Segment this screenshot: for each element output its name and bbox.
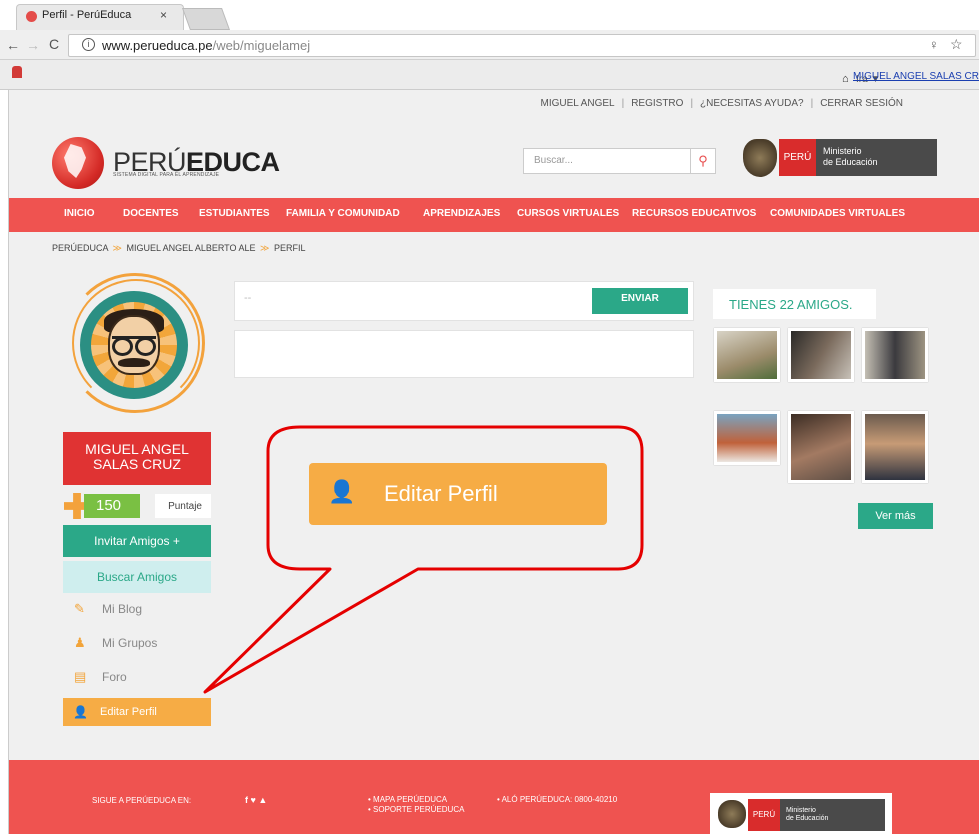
breadcrumb-item: PERFIL [273,243,306,253]
group-icon: ♟ [74,635,86,650]
info-icon[interactable]: i [82,38,95,51]
url-path: /web/miguelamej [212,38,311,53]
friend-photo[interactable] [788,328,854,382]
footer-mapa-link[interactable]: • MAPA PERÚEDUCA [368,795,447,804]
sidebar-item-label: Mi Blog [102,602,143,616]
friend-photo[interactable] [788,411,854,483]
topnav-user-link[interactable]: MIGUEL ANGEL [540,98,614,109]
bookmark-favicon-icon[interactable] [12,66,22,78]
key-icon[interactable]: ♀ [929,37,939,52]
sidebar-item-blog[interactable]: ✎ Mi Blog [66,596,211,624]
tab-close-icon[interactable]: × [160,8,167,22]
tab-title: Perfil - PerúEduca [42,9,132,21]
menu-item-estudiantes[interactable]: ESTUDIANTES [199,208,270,219]
home-icon[interactable]: ⌂ [842,73,849,85]
footer-peru-label: PERÚ [748,799,780,831]
menu-item-comunidades[interactable]: COMUNIDADES VIRTUALES [770,208,905,219]
avatar-glasses [112,336,156,356]
tab-favicon-icon [26,11,37,22]
menu-item-cursos[interactable]: CURSOS VIRTUALES [517,208,619,219]
topnav-cerrar-link[interactable]: CERRAR SESIÓN [820,98,903,109]
bookmarks-bar [0,60,979,90]
friend-photo[interactable] [714,411,780,465]
breadcrumb-chevron-icon: ≫ [112,243,122,253]
profile-name: MIGUEL ANGEL SALAS CRUZ [63,432,211,485]
edit-profile-callout-button: 👤 Editar Perfil [309,463,607,525]
url-text[interactable]: www.perueduca.pe/web/miguelamej [102,38,310,53]
friend-photo[interactable] [862,411,928,483]
sidebar-item-grupos[interactable]: ♟ Mi Grupos [66,630,211,658]
user-icon: 👤 [328,479,356,504]
menu-item-familia[interactable]: FAMILIA Y COMUNIDAD [286,208,400,219]
search-friends-button[interactable]: Buscar Amigos [63,561,211,593]
sidebar-item-label: Mi Grupos [102,636,158,650]
see-more-button[interactable]: Ver más [858,503,933,529]
invite-friends-button[interactable]: Invitar Amigos + [63,525,211,557]
avatar-mustache [118,358,150,367]
document-icon: ▤ [74,669,87,684]
score-value: 150 [84,494,140,518]
breadcrumb-item[interactable]: MIGUEL ANGEL ALBERTO ALE [126,243,255,253]
feed-box [234,330,694,378]
topnav-registro-link[interactable]: REGISTRO [631,98,683,109]
menu-item-recursos[interactable]: RECURSOS EDUCATIVOS [632,208,756,219]
bookmark-star-icon[interactable]: ☆ [950,36,963,53]
sidebar-item-foro[interactable]: ▤ Foro [66,664,211,692]
sidebar-item-label: Foro [102,670,127,684]
footer-minedu-label[interactable]: Ministerio de Educación [780,799,885,831]
minedu-label[interactable]: Ministerio de Educación [816,139,937,176]
minedu-peru-label: PERÚ [779,139,816,176]
user-icon: 👤 [73,705,88,719]
footer-alo-text: • ALÓ PERÚEDUCA: 0800-40210 [497,795,618,804]
reload-icon[interactable]: C [49,36,59,52]
top-nav: MIGUEL ANGEL | REGISTRO | ¿NECESITAS AYUDA? |… [540,98,903,109]
logo-subtitle: SISTEMA DIGITAL PARA EL APRENDIZAJE [113,172,220,178]
friend-photo[interactable] [714,328,780,382]
footer-soporte-link[interactable]: • SOPORTE PERÚEDUCA [368,805,464,814]
search-icon[interactable]: ⚲ [690,148,716,174]
pencil-icon: ✎ [74,601,85,616]
callout-label: Editar Perfil [384,481,498,506]
score-label: Puntaje [155,494,211,518]
menu-item-inicio[interactable]: INICIO [64,208,95,219]
bookmark-user-link[interactable]: MIGUEL ANGEL SALAS CRUZ (S [853,71,979,82]
edit-profile-sidebar-button[interactable]: 👤 Editar Perfil [63,698,211,726]
peru-coat-of-arms-icon [718,800,746,828]
friends-count-title: TIENES 22 AMIGOS. [713,289,876,319]
topnav-ayuda-link[interactable]: ¿NECESITAS AYUDA? [700,98,804,109]
social-icons[interactable]: f ♥ ▲ [245,795,267,805]
friend-photo[interactable] [862,328,928,382]
back-arrow-icon[interactable]: ← [6,37,20,53]
forward-arrow-icon[interactable]: → [26,37,40,53]
breadcrumb-chevron-icon: ≫ [260,243,270,253]
menu-item-docentes[interactable]: DOCENTES [123,208,179,219]
new-tab-button[interactable] [181,8,231,30]
status-input[interactable]: -- [244,292,251,304]
menu-item-aprendizajes[interactable]: APRENDIZAJES [423,208,500,219]
edit-profile-label: Editar Perfil [100,706,157,718]
breadcrumb: PERÚEDUCA ≫ MIGUEL ANGEL ALBERTO ALE ≫ P… [52,243,306,254]
footer-follow-label: SIGUE A PERÚEDUCA EN: [92,796,192,805]
peru-coat-of-arms-icon [743,139,777,177]
breadcrumb-item[interactable]: PERÚEDUCA [52,243,108,253]
send-button[interactable]: ENVIAR [592,288,688,314]
search-input[interactable]: Buscar... [523,148,691,174]
